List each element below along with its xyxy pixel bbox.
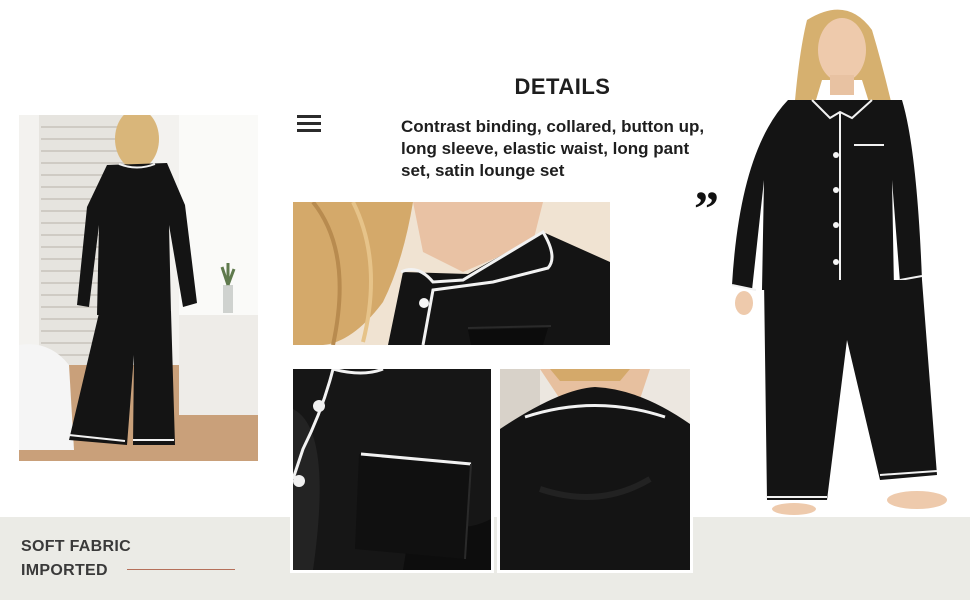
feature-soft-fabric: SOFT FABRIC xyxy=(21,538,131,555)
details-description: Contrast binding, collared, button up, l… xyxy=(401,117,705,180)
pocket-closeup-photo xyxy=(293,369,491,570)
feature-imported: IMPORTED xyxy=(21,562,108,579)
front-view-photo xyxy=(712,0,970,517)
back-collar-closeup-photo xyxy=(500,369,690,570)
back-view-photo xyxy=(19,115,258,461)
collar-closeup-photo xyxy=(293,202,610,345)
details-title: DETAILS xyxy=(514,74,611,99)
closing-quote-icon: ” xyxy=(694,180,719,236)
menu-icon xyxy=(297,115,321,132)
accent-line xyxy=(127,569,235,570)
